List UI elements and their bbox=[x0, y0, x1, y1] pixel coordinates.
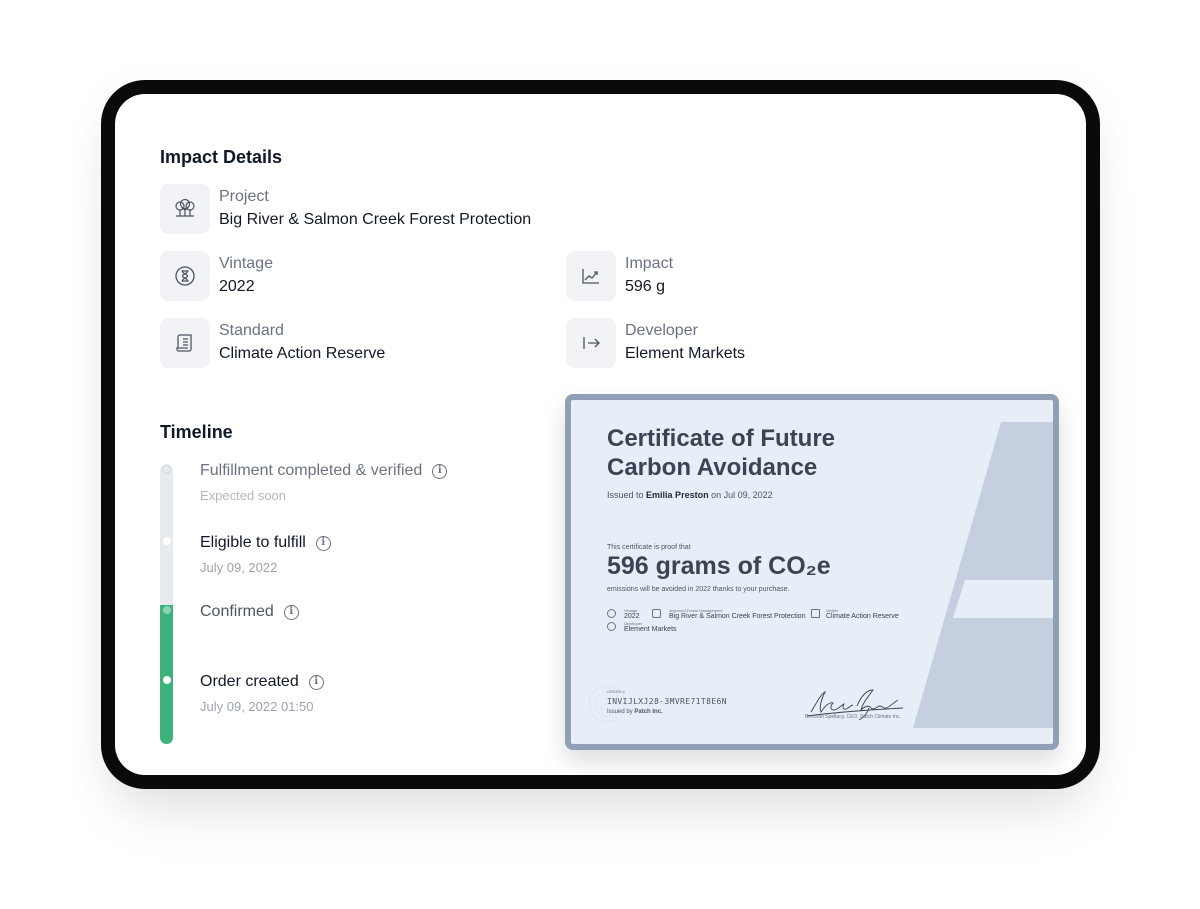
timeline-node bbox=[163, 537, 171, 545]
order-code: INVIJLXJ28-3MVRE71T8E6N bbox=[607, 697, 727, 706]
timeline-track bbox=[160, 464, 173, 744]
timeline-step-date: July 09, 2022 bbox=[200, 560, 278, 575]
info-icon[interactable]: i bbox=[432, 463, 448, 479]
issuer-prefix: Issued by bbox=[607, 709, 633, 715]
trees-icon bbox=[160, 184, 210, 234]
timeline-node bbox=[163, 676, 171, 684]
cert-project: Improved Forest Management Big River & S… bbox=[669, 608, 806, 621]
timeline-node bbox=[162, 465, 171, 474]
standard-value: Climate Action Reserve bbox=[219, 345, 386, 362]
timeline-progress-fill bbox=[160, 605, 173, 744]
order-code-label: ORDER # bbox=[607, 689, 625, 694]
cert-project-value: Big River & Salmon Creek Forest Protecti… bbox=[669, 613, 806, 620]
scroll-icon bbox=[160, 318, 210, 368]
trend-icon bbox=[566, 251, 616, 301]
issuer-line: Issued by Patch Inc. bbox=[607, 709, 663, 715]
issued-date: on Jul 09, 2022 bbox=[711, 490, 773, 500]
proof-text: This certificate is proof that bbox=[607, 544, 691, 551]
impact-value: 596 g bbox=[625, 278, 666, 295]
cert-developer: Developer Element Markets bbox=[624, 621, 677, 634]
timeline-step: Eligible to fulfill i bbox=[200, 534, 331, 552]
arrow-to-line-icon bbox=[566, 318, 616, 368]
impact-details-heading: Impact Details bbox=[160, 147, 283, 167]
timeline-step-label: Confirmed bbox=[200, 603, 274, 620]
avoid-text: emissions will be avoided in 2022 thanks… bbox=[607, 586, 790, 593]
timeline-step-label: Fulfillment completed & verified bbox=[200, 462, 423, 479]
signature-caption: Brennan Spellacy, CEO, Patch Climate Inc… bbox=[805, 714, 901, 720]
project-value: Big River & Salmon Creek Forest Protecti… bbox=[219, 211, 532, 228]
timeline-step: Order created i bbox=[200, 673, 324, 691]
certificate-card[interactable]: Certificate of Future Carbon Avoidance I… bbox=[565, 394, 1059, 750]
cert-verifier: Verifier Climate Action Reserve bbox=[826, 608, 899, 621]
developer-value: Element Markets bbox=[625, 345, 746, 362]
developer-label: Developer bbox=[625, 322, 698, 339]
timeline-step-date: Expected soon bbox=[200, 488, 287, 503]
timeline-step: Fulfillment completed & verified i bbox=[200, 462, 448, 480]
watermark-logo bbox=[913, 422, 1053, 728]
hourglass-icon bbox=[160, 251, 210, 301]
issuer-name: Patch Inc. bbox=[634, 709, 663, 715]
cert-vintage: Vintage 2022 bbox=[624, 608, 640, 621]
issued-prefix: Issued to bbox=[607, 490, 644, 500]
timeline-step-label: Eligible to fulfill bbox=[200, 534, 306, 551]
info-icon[interactable]: i bbox=[315, 535, 331, 551]
globe-icon bbox=[607, 622, 616, 631]
impact-label: Impact bbox=[625, 255, 674, 272]
standard-label: Standard bbox=[219, 322, 284, 339]
recipient-name: Emilia Preston bbox=[646, 490, 709, 500]
vintage-label: Vintage bbox=[219, 255, 273, 272]
vintage-value: 2022 bbox=[219, 278, 255, 295]
certificate-amount: 596 grams of CO₂e bbox=[607, 552, 831, 580]
timeline-step-date: July 09, 2022 01:50 bbox=[200, 699, 314, 714]
cert-verifier-value: Climate Action Reserve bbox=[826, 613, 899, 620]
scroll-icon bbox=[811, 609, 820, 618]
info-icon[interactable]: i bbox=[308, 674, 324, 690]
project-label: Project bbox=[219, 188, 269, 205]
certificate-title: Certificate of Future Carbon Avoidance bbox=[607, 425, 836, 481]
screen: Impact Details Project Big River & Salmo… bbox=[115, 94, 1086, 775]
tablet-frame: Impact Details Project Big River & Salmo… bbox=[101, 80, 1100, 789]
timeline-step-label: Order created bbox=[200, 673, 299, 690]
timeline-step: Confirmed i bbox=[200, 603, 299, 621]
cert-developer-value: Element Markets bbox=[624, 626, 677, 633]
hourglass-icon bbox=[607, 609, 616, 618]
cert-vintage-value: 2022 bbox=[624, 613, 640, 620]
timeline-heading: Timeline bbox=[160, 422, 233, 442]
trees-icon bbox=[652, 609, 661, 618]
issued-line: Issued to Emilia Preston on Jul 09, 2022 bbox=[607, 490, 773, 500]
info-icon[interactable]: i bbox=[283, 604, 299, 620]
timeline-node bbox=[163, 606, 171, 614]
